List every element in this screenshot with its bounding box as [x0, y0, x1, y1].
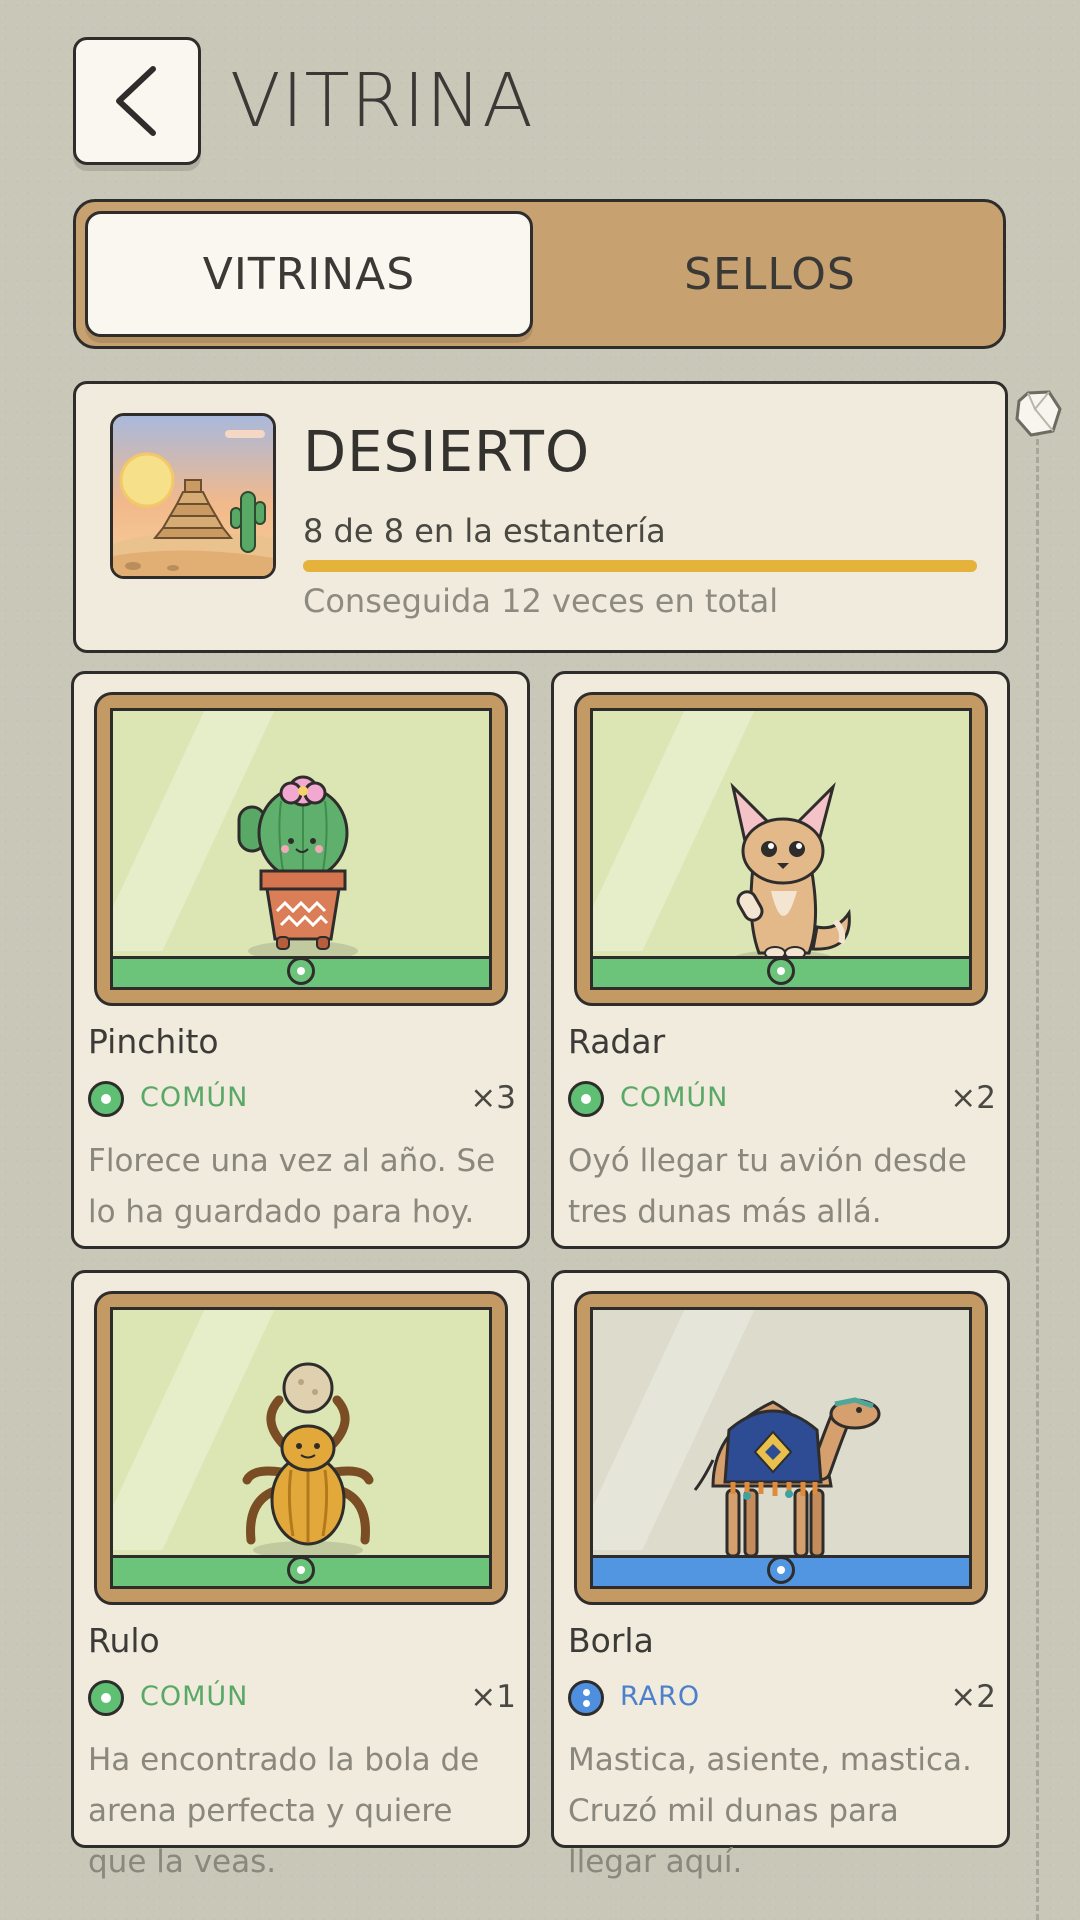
display-frame	[574, 692, 988, 1006]
page-title: VITRINA	[230, 58, 534, 144]
card-count: ×1	[470, 1679, 516, 1715]
tab-sellos[interactable]: SELLOS	[546, 211, 994, 337]
card-borla[interactable]: Borla RARO ×2 Mastica, asiente, mastica.…	[551, 1270, 1010, 1880]
rare-gem-icon	[767, 1556, 795, 1584]
progress-fill	[303, 560, 977, 572]
chevron-left-icon	[116, 66, 156, 136]
collection-progress-bar	[303, 560, 977, 572]
card-name: Rulo	[88, 1621, 160, 1660]
card-name: Radar	[568, 1022, 666, 1061]
rare-rarity-icon	[568, 1680, 604, 1716]
rarity-label: COMÚN	[620, 1082, 729, 1113]
display-frame	[94, 692, 508, 1006]
card-count: ×2	[950, 1679, 996, 1715]
card-count: ×3	[470, 1080, 516, 1116]
card-description: Ha encontrado la bola de arena perfecta …	[88, 1742, 480, 1880]
card-description: Mastica, asiente, mastica. Cruzó mil dun…	[568, 1742, 972, 1880]
card-name: Pinchito	[88, 1022, 219, 1061]
display-scene	[590, 708, 972, 990]
fennec-fox-icon	[730, 782, 851, 968]
rarity-row: RARO ×2	[568, 1679, 996, 1719]
rarity-row: COMÚN ×3	[88, 1080, 516, 1120]
display-scene	[590, 1307, 972, 1589]
card-description: Oyó llegar tu avión desde tres dunas más…	[568, 1143, 967, 1230]
desert-pyramid-icon	[110, 413, 276, 579]
display-scene	[110, 708, 492, 990]
card-name: Borla	[568, 1621, 654, 1660]
rarity-label: RARO	[620, 1681, 701, 1712]
back-button[interactable]	[73, 37, 201, 165]
tab-vitrinas[interactable]: VITRINAS	[85, 211, 533, 337]
common-rarity-icon	[88, 1081, 124, 1117]
collection-title: DESIERTO	[303, 420, 591, 485]
rarity-label: COMÚN	[140, 1082, 249, 1113]
crystal-icon	[1013, 389, 1063, 439]
cactus-icon	[237, 775, 358, 961]
tab-bar: VITRINAS SELLOS	[73, 199, 1006, 349]
common-rarity-icon	[568, 1081, 604, 1117]
scarab-beetle-icon	[242, 1362, 374, 1559]
collection-total: Conseguida 12 veces en total	[303, 582, 779, 620]
rarity-label: COMÚN	[140, 1681, 249, 1712]
display-frame	[94, 1291, 508, 1605]
common-gem-icon	[287, 1556, 315, 1584]
common-rarity-icon	[88, 1680, 124, 1716]
card-rulo[interactable]: Rulo COMÚN ×1 Ha encontrado la bola de a…	[71, 1270, 530, 1880]
rarity-row: COMÚN ×2	[568, 1080, 996, 1120]
card-description: Florece una vez al año. Se lo ha guardad…	[88, 1143, 496, 1230]
card-radar[interactable]: Radar COMÚN ×2 Oyó llegar tu avión desde…	[551, 671, 1010, 1249]
collection-count: 8 de 8 en la estantería	[303, 512, 666, 550]
scroll-rail	[1036, 430, 1039, 1920]
card-pinchito[interactable]: Pinchito COMÚN ×3 Florece una vez al año…	[71, 671, 530, 1249]
collection-card[interactable]: DESIERTO 8 de 8 en la estantería Consegu…	[73, 381, 1008, 653]
rarity-row: COMÚN ×1	[88, 1679, 516, 1719]
card-count: ×2	[950, 1080, 996, 1116]
display-scene	[110, 1307, 492, 1589]
common-gem-icon	[287, 957, 315, 985]
common-gem-icon	[767, 957, 795, 985]
display-frame	[574, 1291, 988, 1605]
camel-icon	[693, 1397, 881, 1570]
